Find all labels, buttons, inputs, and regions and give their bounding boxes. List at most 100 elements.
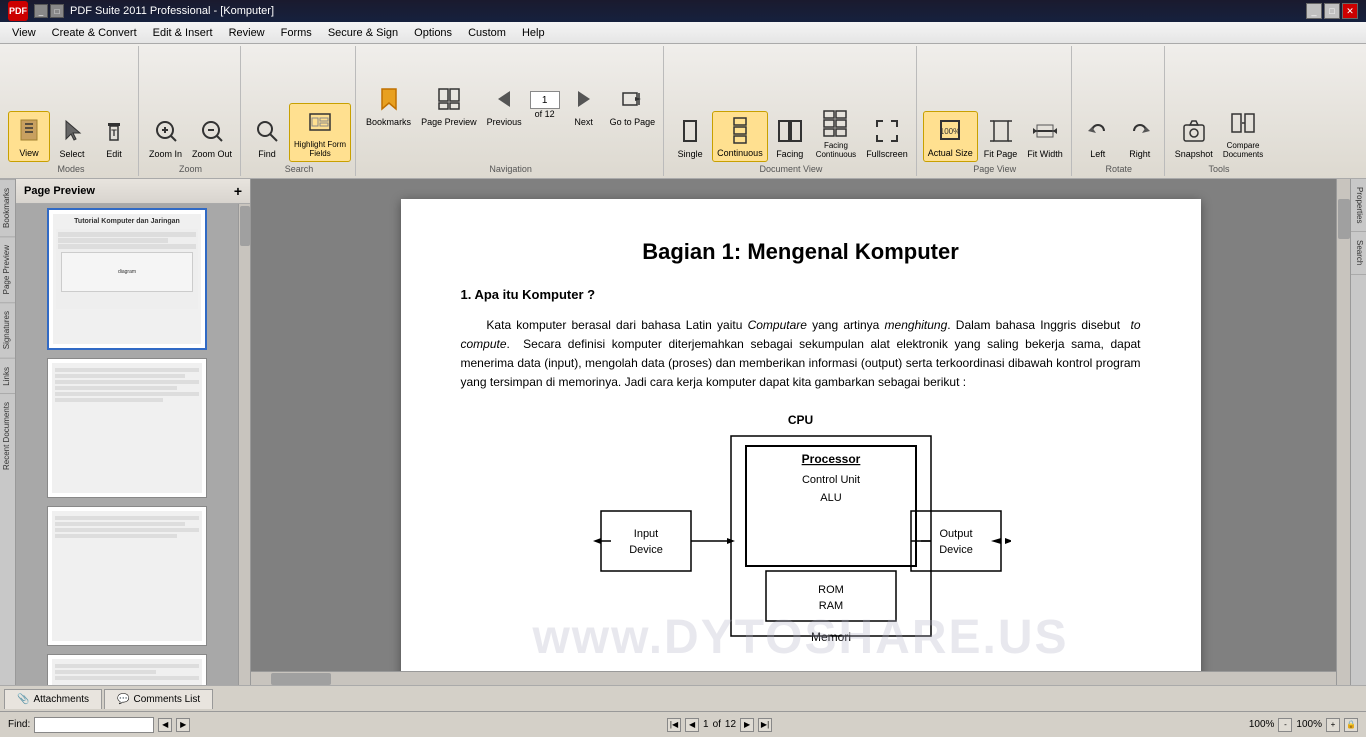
previous-button[interactable]: Previous [483, 81, 526, 130]
continuous-icon [724, 114, 756, 146]
status-first-btn[interactable]: |◀ [667, 718, 681, 732]
highlight-form-button[interactable]: Highlight FormFields [289, 103, 351, 162]
rotate-left-button[interactable]: Left [1078, 113, 1118, 162]
continuous-label: Continuous [717, 148, 763, 159]
zoom-out-button[interactable]: Zoom Out [188, 113, 236, 162]
doc-title: Bagian 1: Mengenal Komputer [461, 239, 1141, 265]
page-thumb-2[interactable] [47, 358, 207, 498]
continuous-button[interactable]: Continuous [712, 111, 768, 162]
single-button[interactable]: Single [670, 113, 710, 162]
bookmarks-tab[interactable]: Bookmarks [0, 179, 15, 236]
goto-button[interactable]: Go to Page [606, 81, 660, 130]
recent-docs-tab[interactable]: Recent Documents [0, 393, 15, 478]
zoom-in-button[interactable]: Zoom In [145, 113, 186, 162]
svg-text:Memori: Memori [810, 630, 850, 644]
status-prev-btn[interactable]: ◀ [158, 718, 172, 732]
actual-size-label: Actual Size [928, 148, 973, 159]
menu-review[interactable]: Review [221, 25, 273, 41]
page-nav: of 12 [528, 89, 562, 121]
next-button[interactable]: Next [564, 81, 604, 130]
modes-buttons: View Select T Edit [8, 48, 134, 162]
rotate-group-label: Rotate [1106, 164, 1133, 174]
page-preview-title: Page Preview [24, 185, 95, 197]
page-preview-tab[interactable]: Page Preview [0, 236, 15, 302]
menubar: View Create & Convert Edit & Insert Revi… [0, 22, 1366, 44]
toolbar-nav-group: Bookmarks Page Preview Previous of 12 [358, 46, 664, 176]
signatures-tab[interactable]: Signatures [0, 302, 15, 357]
computer-diagram: CPU Processor Control Unit [461, 413, 1141, 661]
status-prev2-btn[interactable]: ◀ [685, 718, 699, 732]
find-input[interactable] [34, 717, 154, 733]
preview-scrollbar[interactable] [238, 204, 250, 685]
edit-button[interactable]: T Edit [94, 113, 134, 162]
links-tab[interactable]: Links [0, 358, 15, 394]
svg-text:Device: Device [939, 544, 973, 556]
pageview-group-label: Page View [973, 164, 1016, 174]
doc-scrollbar-vertical[interactable] [1336, 179, 1350, 685]
status-next-btn[interactable]: ▶ [176, 718, 190, 732]
fit-width-button[interactable]: Fit Width [1023, 113, 1067, 162]
facing-button[interactable]: Facing [770, 113, 810, 162]
max-icon[interactable]: □ [50, 4, 64, 18]
page-preview-add-btn[interactable]: + [234, 183, 242, 199]
rotate-right-button[interactable]: Right [1120, 113, 1160, 162]
menu-forms[interactable]: Forms [273, 25, 320, 41]
attachments-tab[interactable]: 📎 Attachments [4, 689, 102, 709]
actual-size-button[interactable]: 100% Actual Size [923, 111, 978, 162]
select-button[interactable]: Select [52, 113, 92, 162]
bookmarks-button[interactable]: Bookmarks [362, 81, 415, 130]
zoom-in-status-btn[interactable]: + [1326, 718, 1340, 732]
menu-help[interactable]: Help [514, 25, 553, 41]
page-thumb-4-content [52, 659, 202, 685]
zoom-out-status-btn[interactable]: - [1278, 718, 1292, 732]
section1-heading: 1. Apa itu Komputer ? [461, 285, 1141, 306]
compare-docs-button[interactable]: CompareDocuments [1219, 105, 1267, 162]
min-icon[interactable]: _ [34, 4, 48, 18]
section1-para1: Kata komputer berasal dari bahasa Latin … [461, 316, 1141, 393]
toolbar-docview-group: Single Continuous Facing FacingContinuou… [666, 46, 917, 176]
svg-text:Processor: Processor [801, 452, 860, 466]
page-input[interactable] [530, 91, 560, 109]
rotate-right-icon [1124, 115, 1156, 147]
window-restore-btn[interactable]: □ [1324, 3, 1340, 19]
search-tab[interactable]: Search [1351, 232, 1366, 274]
find-label: Find: [8, 719, 30, 730]
window-minimize-btn[interactable]: _ [1306, 3, 1322, 19]
cpu-label: CPU [788, 413, 813, 427]
page-thumb-1[interactable]: Tutorial Komputer dan Jaringan diagram [47, 208, 207, 350]
attachments-icon: 📎 [17, 694, 29, 705]
view-icon [13, 114, 45, 146]
view-button[interactable]: View [8, 111, 50, 162]
menu-edit-insert[interactable]: Edit & Insert [145, 25, 221, 41]
page-thumb-3[interactable] [47, 506, 207, 646]
menu-options[interactable]: Options [406, 25, 460, 41]
find-button[interactable]: Find [247, 113, 287, 162]
properties-tab[interactable]: Properties [1351, 179, 1366, 232]
facing-label: Facing [776, 149, 803, 160]
rotate-left-icon [1082, 115, 1114, 147]
menu-create-convert[interactable]: Create & Convert [44, 25, 145, 41]
status-next2-btn[interactable]: ▶ [740, 718, 754, 732]
facing-continuous-button[interactable]: FacingContinuous [812, 105, 860, 162]
menu-custom[interactable]: Custom [460, 25, 514, 41]
facing-icon [774, 115, 806, 147]
comments-list-tab[interactable]: 💬 Comments List [104, 689, 213, 709]
fit-page-button[interactable]: Fit Page [980, 113, 1022, 162]
snapshot-button[interactable]: Snapshot [1171, 113, 1217, 162]
statusbar-center: |◀ ◀ 1 of 12 ▶ ▶| [667, 718, 772, 732]
next-icon [568, 83, 600, 115]
doc-scrollbar-horizontal[interactable] [251, 671, 1336, 685]
fullscreen-button[interactable]: Fullscreen [862, 113, 912, 162]
document-area[interactable]: Bagian 1: Mengenal Komputer 1. Apa itu K… [251, 179, 1350, 685]
bookmarks-label: Bookmarks [366, 117, 411, 128]
page-preview-button[interactable]: Page Preview [417, 81, 481, 130]
zoom-out-label: Zoom Out [192, 149, 232, 160]
security-btn[interactable]: 🔒 [1344, 718, 1358, 732]
menu-secure-sign[interactable]: Secure & Sign [320, 25, 406, 41]
page-thumb-4[interactable] [47, 654, 207, 685]
status-last-btn[interactable]: ▶| [758, 718, 772, 732]
page-preview-content[interactable]: Tutorial Komputer dan Jaringan diagram [16, 204, 238, 685]
svg-text:Output: Output [939, 528, 972, 540]
menu-view[interactable]: View [4, 25, 44, 41]
window-close-btn[interactable]: ✕ [1342, 3, 1358, 19]
